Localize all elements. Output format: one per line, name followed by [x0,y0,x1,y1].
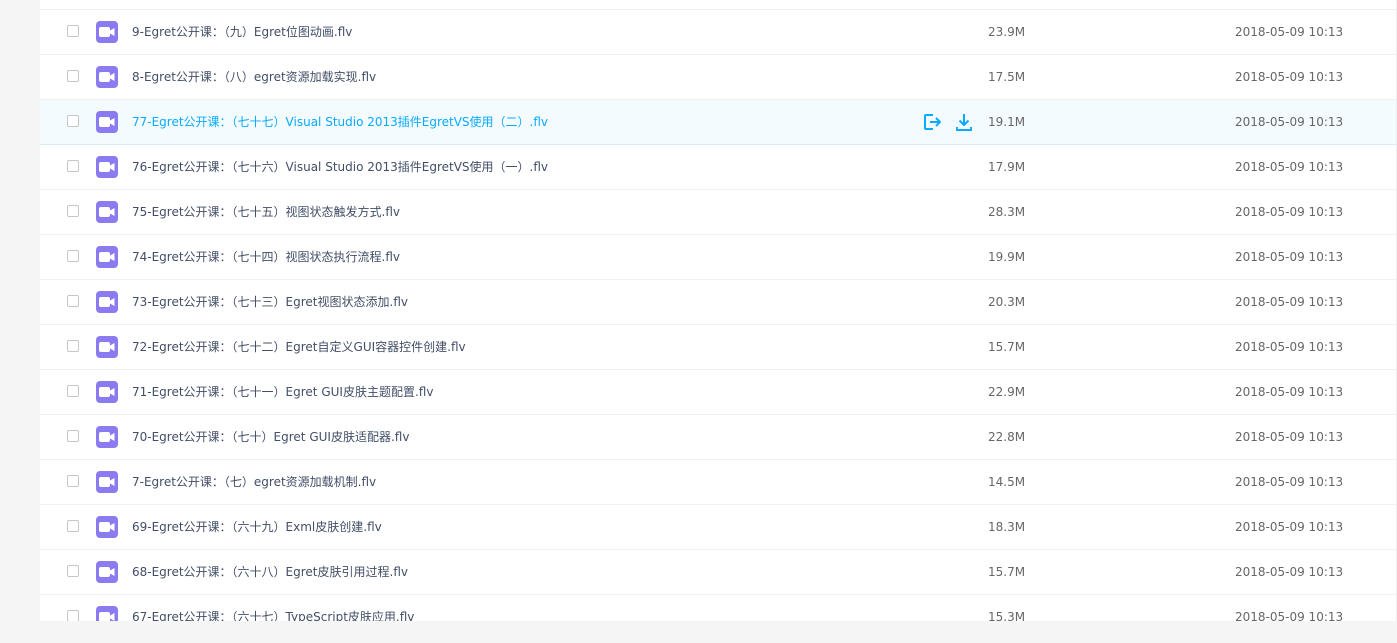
file-row[interactable]: 72-Egret公开课：（七十二）Egret自定义GUI容器控件创建.flv 15… [40,325,1397,370]
video-file-icon [96,291,118,313]
video-file-icon [96,471,118,493]
row-checkbox[interactable] [67,70,79,82]
row-checkbox[interactable] [67,520,79,532]
file-name[interactable]: 71-Egret公开课：（七十一）Egret GUI皮肤主题配置.flv [132,370,433,414]
file-modified-date: 2018-05-09 10:13 [1235,520,1344,534]
file-modified-date: 2018-05-09 10:13 [1235,475,1344,489]
file-name[interactable]: 72-Egret公开课：（七十二）Egret自定义GUI容器控件创建.flv [132,325,466,369]
file-size: 28.3M [988,205,1026,219]
video-file-icon [96,66,118,88]
row-checkbox[interactable] [67,385,79,397]
file-row[interactable]: 69-Egret公开课：（六十九）Exml皮肤创建.flv 18.3M 2018-0… [40,505,1397,550]
file-modified-date: 2018-05-09 10:13 [1235,25,1344,39]
file-name[interactable]: 70-Egret公开课：（七十）Egret GUI皮肤适配器.flv [132,415,409,459]
file-size: 15.3M [988,610,1026,621]
file-row[interactable]: 74-Egret公开课：（七十四）视图状态执行流程.flv 19.9M 2018-0… [40,235,1397,280]
file-modified-date: 2018-05-09 10:13 [1235,160,1344,174]
file-list-panel: 9-Egret公开课：（九）Egret位图动画.flv 23.9M 2018-05-… [40,0,1397,621]
file-name[interactable]: 8-Egret公开课：（八）egret资源加载实现.flv [132,55,376,99]
row-checkbox[interactable] [67,610,79,621]
file-row[interactable]: 68-Egret公开课：（六十八）Egret皮肤引用过程.flv 15.7M 201… [40,550,1397,595]
file-name[interactable]: 73-Egret公开课：（七十三）Egret视图状态添加.flv [132,280,408,324]
file-modified-date: 2018-05-09 10:13 [1235,610,1344,621]
file-row[interactable]: 77-Egret公开课：（七十七）Visual Studio 2013插件Egr… [40,100,1397,145]
row-checkbox[interactable] [67,565,79,577]
video-file-icon [96,516,118,538]
file-size: 22.9M [988,385,1026,399]
file-row[interactable]: 8-Egret公开课：（八）egret资源加载实现.flv 17.5M 2018-0… [40,55,1397,100]
file-list: 9-Egret公开课：（九）Egret位图动画.flv 23.9M 2018-05-… [40,0,1397,621]
video-file-icon [96,606,118,621]
file-size: 19.9M [988,250,1026,264]
video-file-icon [96,111,118,133]
file-modified-date: 2018-05-09 10:13 [1235,250,1344,264]
video-file-icon [96,201,118,223]
download-icon[interactable] [954,112,974,132]
file-size: 14.5M [988,475,1026,489]
file-modified-date: 2018-05-09 10:13 [1235,385,1344,399]
video-file-icon [96,336,118,358]
file-size: 18.3M [988,520,1026,534]
file-size: 15.7M [988,565,1026,579]
file-modified-date: 2018-05-09 10:13 [1235,70,1344,84]
row-checkbox[interactable] [67,475,79,487]
file-row[interactable]: 7-Egret公开课：（七）egret资源加载机制.flv 14.5M 2018-0… [40,460,1397,505]
file-row[interactable]: 76-Egret公开课：（七十六）Visual Studio 2013插件Egr… [40,145,1397,190]
file-name[interactable]: 68-Egret公开课：（六十八）Egret皮肤引用过程.flv [132,550,408,594]
row-checkbox[interactable] [67,205,79,217]
file-size: 15.7M [988,340,1026,354]
file-name[interactable]: 9-Egret公开课：（九）Egret位图动画.flv [132,10,352,54]
share-icon[interactable] [922,112,942,132]
file-modified-date: 2018-05-09 10:13 [1235,115,1344,129]
video-file-icon [96,21,118,43]
file-row[interactable]: 73-Egret公开课：（七十三）Egret视图状态添加.flv 20.3M 201… [40,280,1397,325]
file-row[interactable]: 67-Egret公开课：（六十七）TypeScript皮肤应用.flv 15.3M… [40,595,1397,621]
row-checkbox[interactable] [67,250,79,262]
row-checkbox[interactable] [67,430,79,442]
row-checkbox[interactable] [67,160,79,172]
file-name[interactable]: 75-Egret公开课：（七十五）视图状态触发方式.flv [132,190,400,234]
file-row[interactable]: 70-Egret公开课：（七十）Egret GUI皮肤适配器.flv 22.8M 2… [40,415,1397,460]
video-file-icon [96,156,118,178]
file-modified-date: 2018-05-09 10:13 [1235,295,1344,309]
file-name[interactable]: 76-Egret公开课：（七十六）Visual Studio 2013插件Egr… [132,145,548,189]
file-name[interactable]: 67-Egret公开课：（六十七）TypeScript皮肤应用.flv [132,595,414,621]
file-name[interactable]: 74-Egret公开课：（七十四）视图状态执行流程.flv [132,235,400,279]
file-row[interactable]: 9-Egret公开课：（九）Egret位图动画.flv 23.9M 2018-05-… [40,10,1397,55]
row-checkbox[interactable] [67,340,79,352]
file-modified-date: 2018-05-09 10:13 [1235,565,1344,579]
file-modified-date: 2018-05-09 10:13 [1235,340,1344,354]
video-file-icon [96,426,118,448]
file-size: 19.1M [988,115,1026,129]
video-file-icon [96,246,118,268]
file-name[interactable]: 69-Egret公开课：（六十九）Exml皮肤创建.flv [132,505,382,549]
row-checkbox[interactable] [67,25,79,37]
file-size: 17.5M [988,70,1026,84]
file-name[interactable]: 7-Egret公开课：（七）egret资源加载机制.flv [132,460,376,504]
file-name[interactable]: 77-Egret公开课：（七十七）Visual Studio 2013插件Egr… [132,100,548,144]
file-row[interactable]: 75-Egret公开课：（七十五）视图状态触发方式.flv 28.3M 2018-0… [40,190,1397,235]
file-row[interactable] [40,0,1397,10]
video-file-icon [96,381,118,403]
file-modified-date: 2018-05-09 10:13 [1235,205,1344,219]
row-checkbox[interactable] [67,115,79,127]
row-checkbox[interactable] [67,295,79,307]
video-file-icon [96,561,118,583]
file-size: 23.9M [988,25,1026,39]
file-row[interactable]: 71-Egret公开课：（七十一）Egret GUI皮肤主题配置.flv 22.9… [40,370,1397,415]
file-size: 20.3M [988,295,1026,309]
file-modified-date: 2018-05-09 10:13 [1235,430,1344,444]
file-size: 17.9M [988,160,1026,174]
file-size: 22.8M [988,430,1026,444]
